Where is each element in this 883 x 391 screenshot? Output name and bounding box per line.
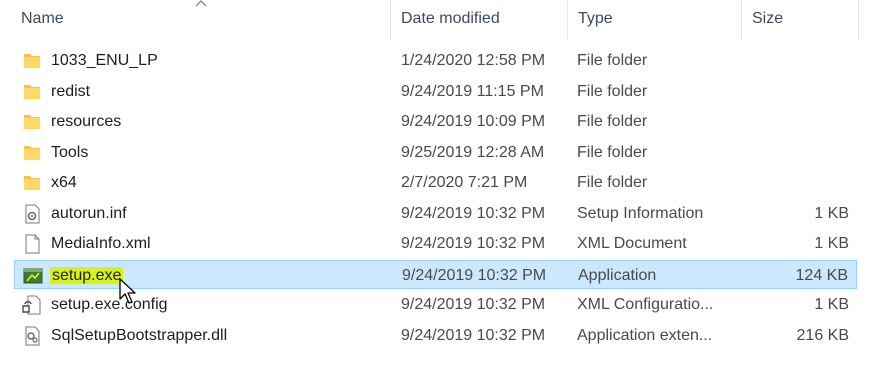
sort-ascending-icon	[195, 0, 207, 7]
file-row[interactable]: autorun.inf 9/24/2019 10:32 PM Setup Inf…	[14, 199, 857, 228]
file-date: 1/24/2020 12:58 PM	[401, 52, 546, 69]
column-divider[interactable]	[567, 0, 568, 40]
column-divider[interactable]	[741, 0, 742, 40]
file-date: 9/24/2019 10:32 PM	[401, 296, 546, 313]
file-date: 9/24/2019 10:32 PM	[401, 326, 546, 344]
file-type: XML Configuratio...	[577, 296, 714, 313]
mouse-cursor-icon	[119, 278, 136, 304]
file-type: Setup Information	[577, 204, 704, 222]
file-row[interactable]: resources 9/24/2019 10:09 PM File folder	[14, 107, 857, 136]
file-row[interactable]: Tools 9/25/2019 12:28 AM File folder	[14, 138, 857, 167]
file-name: redist	[51, 82, 91, 100]
file-name-highlight: setup.exe	[50, 266, 124, 284]
file-type: Application exten...	[577, 326, 713, 344]
file-name: SqlSetupBootstrapper.dll	[51, 326, 228, 344]
column-date-modified[interactable]: Date modified	[401, 0, 500, 38]
file-row[interactable]: SqlSetupBootstrapper.dll 9/24/2019 10:32…	[14, 321, 857, 350]
file-type: File folder	[577, 82, 648, 100]
column-type[interactable]: Type	[578, 0, 613, 38]
file-size: 124 KB	[795, 266, 848, 284]
file-size: 1 KB	[814, 235, 849, 252]
file-size: 216 KB	[796, 326, 849, 344]
file-row[interactable]: x64 2/7/2020 7:21 PM File folder	[14, 168, 857, 197]
file-name: x64	[51, 174, 77, 191]
file-name: resources	[51, 113, 122, 130]
file-date: 2/7/2020 7:21 PM	[401, 174, 528, 191]
file-date: 9/24/2019 11:15 PM	[401, 82, 544, 100]
config-file-icon	[22, 295, 41, 315]
file-type: Application	[578, 266, 657, 284]
file-name: setup.exe.config	[51, 296, 168, 313]
folder-icon	[24, 176, 40, 190]
file-type: File folder	[577, 113, 648, 130]
file-size: 1 KB	[814, 296, 849, 313]
file-row[interactable]: 1033_ENU_LP 1/24/2020 12:58 PM File fold…	[14, 46, 857, 75]
file-name: MediaInfo.xml	[51, 235, 151, 252]
file-type: File folder	[577, 52, 648, 69]
folder-icon	[24, 145, 40, 160]
dll-file-icon	[25, 326, 40, 345]
file-date: 9/24/2019 10:32 PM	[402, 266, 547, 284]
file-row-selected[interactable]: setup.exe 9/24/2019 10:32 PM Application…	[14, 259, 857, 290]
file-date: 9/24/2019 10:09 PM	[401, 113, 546, 130]
file-date: 9/24/2019 10:32 PM	[401, 235, 546, 252]
file-name: autorun.inf	[51, 204, 127, 222]
column-name[interactable]: Name	[21, 0, 64, 38]
file-name: setup.exe	[50, 261, 124, 290]
file-type: File folder	[577, 143, 648, 161]
folder-icon	[24, 115, 40, 129]
folder-icon	[24, 84, 40, 99]
file-date: 9/24/2019 10:32 PM	[401, 204, 546, 222]
application-icon	[23, 268, 43, 283]
document-icon	[25, 234, 40, 254]
settings-file-icon	[25, 204, 40, 223]
column-divider[interactable]	[858, 0, 859, 40]
file-type: File folder	[577, 174, 648, 191]
folder-icon	[24, 54, 40, 68]
file-name: Tools	[51, 143, 89, 161]
column-header: Name Date modified Type Size	[0, 0, 883, 40]
file-type: XML Document	[577, 235, 687, 252]
column-divider[interactable]	[390, 0, 391, 40]
file-row[interactable]: redist 9/24/2019 11:15 PM File folder	[14, 77, 857, 106]
file-date: 9/25/2019 12:28 AM	[401, 143, 545, 161]
column-size[interactable]: Size	[752, 0, 783, 38]
file-row[interactable]: setup.exe.config 9/24/2019 10:32 PM XML …	[14, 290, 857, 319]
file-name: 1033_ENU_LP	[51, 52, 158, 69]
file-size: 1 KB	[814, 204, 849, 222]
file-row[interactable]: MediaInfo.xml 9/24/2019 10:32 PM XML Doc…	[14, 229, 857, 258]
